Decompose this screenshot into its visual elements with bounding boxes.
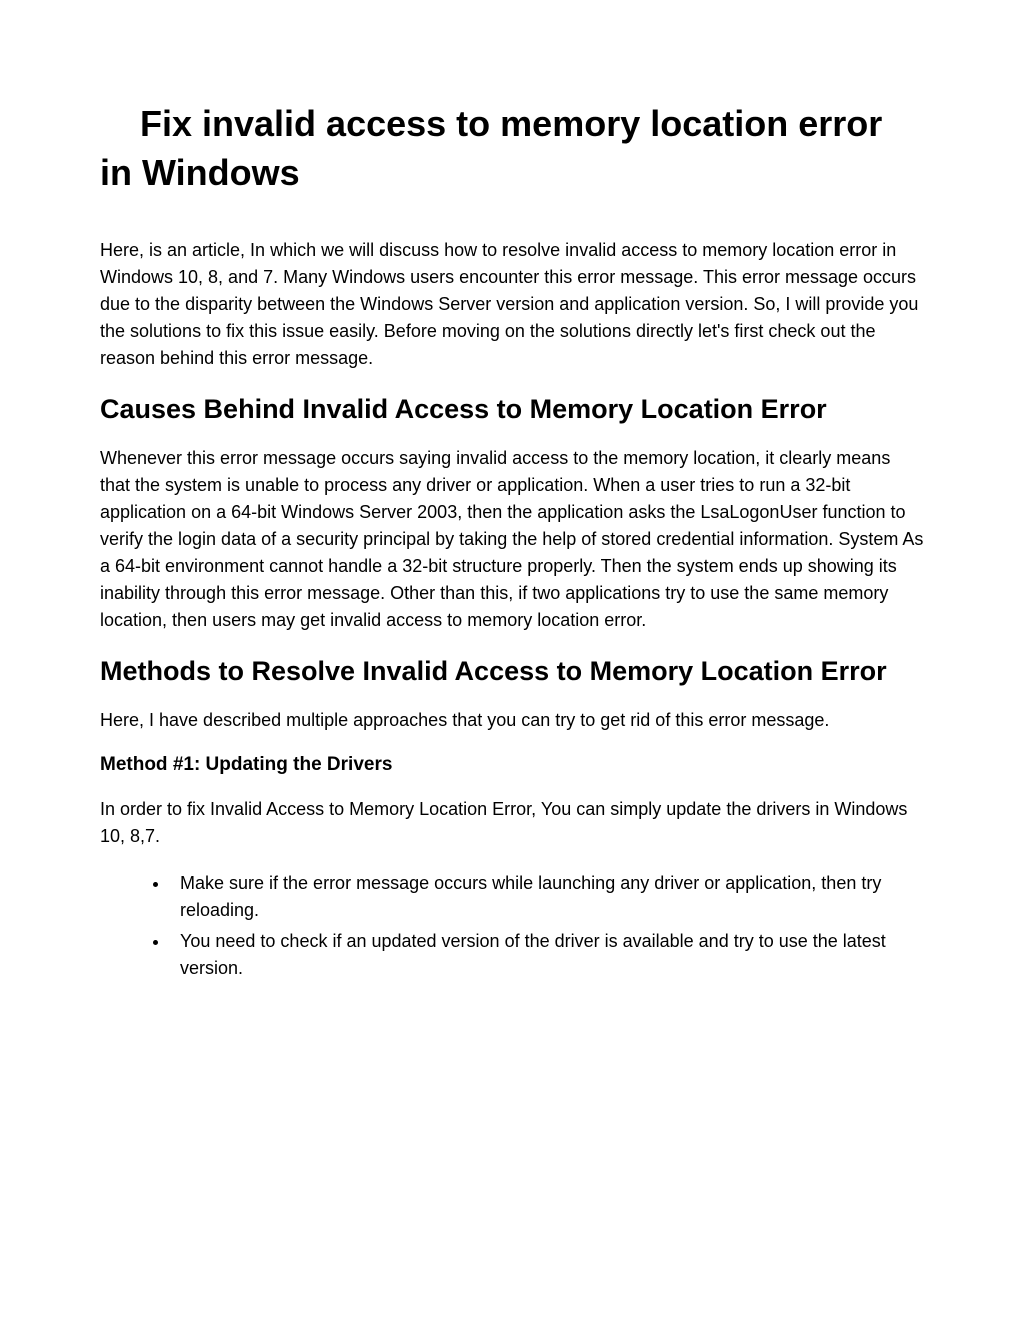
list-item: Make sure if the error message occurs wh… [170,870,924,924]
method1-list: Make sure if the error message occurs wh… [100,870,924,982]
causes-paragraph: Whenever this error message occurs sayin… [100,445,924,634]
list-item: You need to check if an updated version … [170,928,924,982]
methods-heading: Methods to Resolve Invalid Access to Mem… [100,654,924,689]
page-title: Fix invalid access to memory location er… [100,100,924,197]
causes-heading: Causes Behind Invalid Access to Memory L… [100,392,924,427]
intro-paragraph: Here, is an article, In which we will di… [100,237,924,372]
methods-intro-paragraph: Here, I have described multiple approach… [100,707,924,734]
method1-intro-paragraph: In order to fix Invalid Access to Memory… [100,796,924,850]
method1-heading: Method #1: Updating the Drivers [100,754,924,776]
